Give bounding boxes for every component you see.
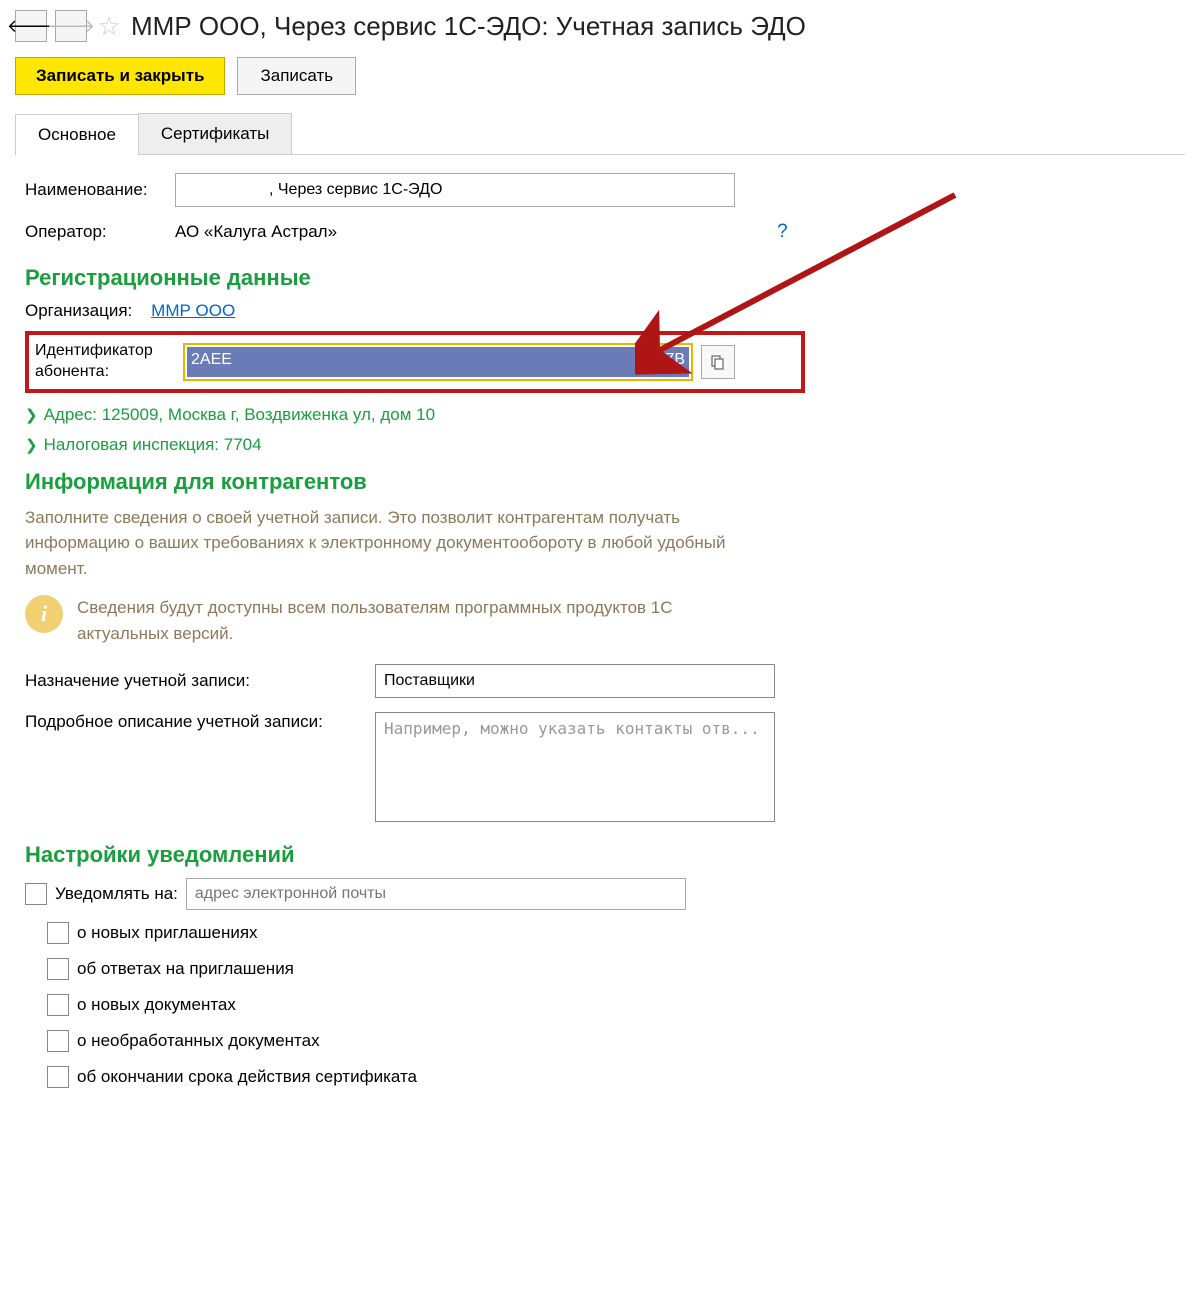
- name-label: Наименование:: [25, 180, 175, 200]
- subscriber-id-highlight: Идентификатор абонента: 2AEE 5757B: [25, 331, 805, 393]
- tab-certificates[interactable]: Сертификаты: [138, 113, 292, 154]
- account-description-textarea[interactable]: [375, 712, 775, 822]
- subscriber-id-label: Идентификатор абонента:: [35, 341, 175, 383]
- organization-link[interactable]: ММР ООО: [151, 301, 235, 320]
- page-title: ММР ООО, Через сервис 1С-ЭДО: Учетная за…: [131, 11, 806, 42]
- contragent-info-description: Заполните сведения о своей учетной запис…: [25, 505, 745, 582]
- account-purpose-input[interactable]: [375, 664, 775, 698]
- check-new-documents[interactable]: [47, 994, 69, 1016]
- copy-icon: [710, 354, 726, 370]
- check-unprocessed-documents-label: о необработанных документах: [77, 1031, 320, 1051]
- copy-button[interactable]: [701, 345, 735, 379]
- check-invitation-responses-label: об ответах на приглашения: [77, 959, 294, 979]
- subscriber-id-field[interactable]: 2AEE 5757B: [187, 347, 689, 377]
- check-new-documents-label: о новых документах: [77, 995, 236, 1015]
- contragent-info-header: Информация для контрагентов: [25, 469, 1185, 495]
- check-new-invitations-label: о новых приглашениях: [77, 923, 258, 943]
- chevron-right-icon: ❯: [25, 406, 38, 424]
- subscriber-id-left: 2AEE: [191, 351, 232, 373]
- registration-header: Регистрационные данные: [25, 265, 1185, 291]
- check-cert-expiry-label: об окончании срока действия сертификата: [77, 1067, 417, 1087]
- check-cert-expiry[interactable]: [47, 1066, 69, 1088]
- check-invitation-responses[interactable]: [47, 958, 69, 980]
- name-input[interactable]: , Через сервис 1С-ЭДО: [175, 173, 735, 207]
- address-text: Адрес: 125009, Москва г, Воздвиженка ул,…: [44, 405, 435, 425]
- save-button[interactable]: Записать: [237, 57, 356, 95]
- nav-forward-button[interactable]: 🡒: [55, 10, 87, 42]
- address-expand[interactable]: ❯ Адрес: 125009, Москва г, Воздвиженка у…: [25, 405, 1185, 425]
- notification-settings-header: Настройки уведомлений: [25, 842, 1185, 868]
- save-and-close-button[interactable]: Записать и закрыть: [15, 57, 225, 95]
- subscriber-id-right: 5757B: [639, 351, 685, 373]
- operator-label: Оператор:: [25, 222, 175, 242]
- chevron-right-icon: ❯: [25, 436, 38, 454]
- tab-main[interactable]: Основное: [15, 114, 139, 155]
- operator-value: АО «Калуга Астрал»: [175, 222, 337, 242]
- organization-label: Организация:: [25, 301, 132, 321]
- check-new-invitations[interactable]: [47, 922, 69, 944]
- info-banner-text: Сведения будут доступны всем пользовател…: [77, 595, 717, 646]
- notify-on-label: Уведомлять на:: [55, 884, 178, 904]
- tax-text: Налоговая инспекция: 7704: [44, 435, 262, 455]
- account-description-label: Подробное описание учетной записи:: [25, 712, 375, 732]
- account-purpose-label: Назначение учетной записи:: [25, 671, 375, 691]
- name-value-tail: , Через сервис 1С-ЭДО: [269, 181, 442, 199]
- redacted-block: [184, 181, 269, 199]
- favorite-star-icon[interactable]: ☆: [95, 12, 123, 40]
- notify-enable-checkbox[interactable]: [25, 883, 47, 905]
- help-icon[interactable]: ?: [777, 221, 788, 243]
- info-icon: i: [25, 595, 63, 633]
- check-unprocessed-documents[interactable]: [47, 1030, 69, 1052]
- nav-back-button[interactable]: 🡐: [15, 10, 47, 42]
- tax-expand[interactable]: ❯ Налоговая инспекция: 7704: [25, 435, 1185, 455]
- notify-email-input[interactable]: [186, 878, 686, 910]
